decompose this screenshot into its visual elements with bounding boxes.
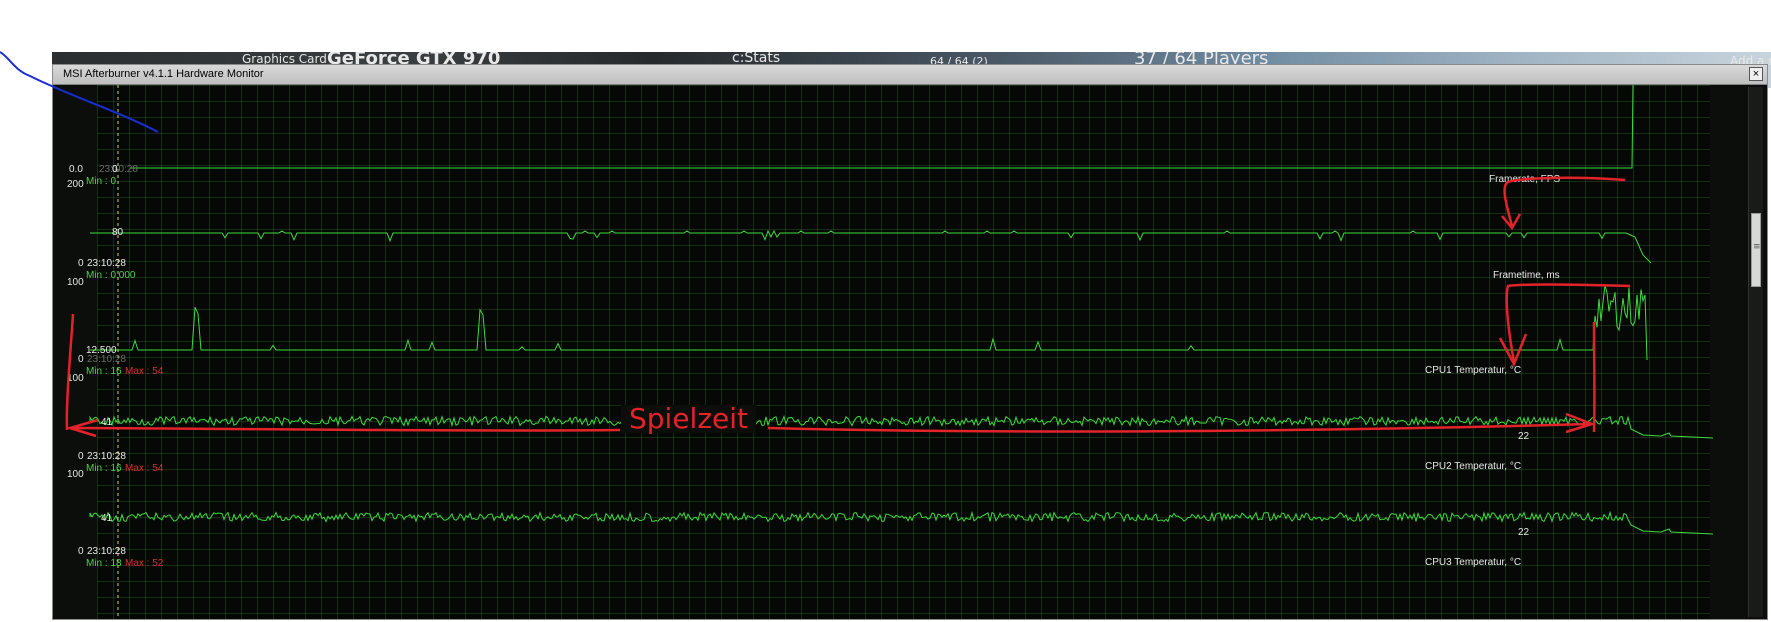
hand-annotations	[0, 51, 1631, 438]
spielzeit-left-bar	[65, 313, 75, 431]
framerate-arrow	[1503, 176, 1626, 227]
spielzeit-annotation-label: Spielzeit	[621, 405, 757, 433]
spielzeit-right-arrow	[767, 422, 1591, 433]
blue-scribble	[0, 51, 159, 133]
frametime-arrow	[1505, 283, 1631, 363]
spielzeit-right-arrowhead	[1565, 412, 1596, 434]
spielzeit-left-arrow	[69, 426, 621, 432]
